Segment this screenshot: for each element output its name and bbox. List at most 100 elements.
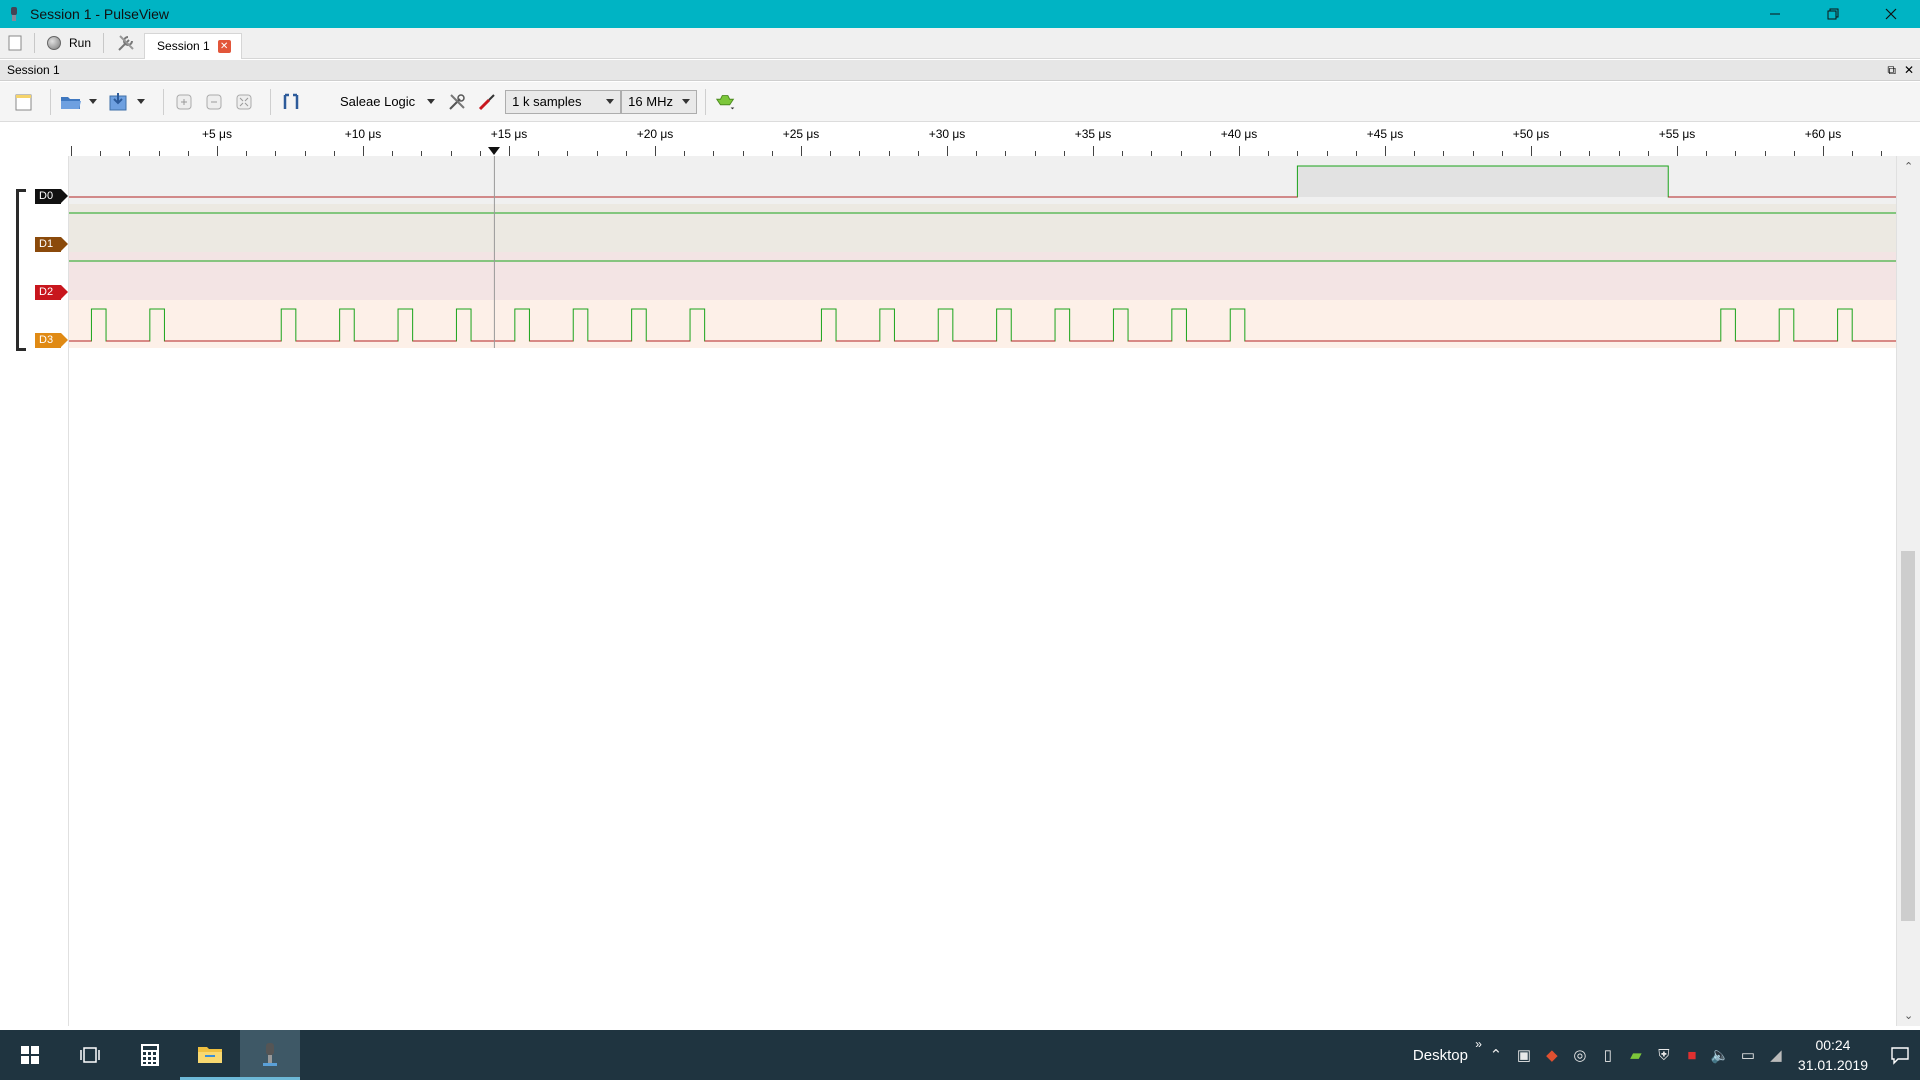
device-dropdown-icon[interactable] [427, 99, 436, 104]
drive-icon[interactable]: ▰ [1622, 1030, 1650, 1080]
ruler-label: +40 μs [1220, 127, 1258, 141]
title-bar: Session 1 - PulseView [0, 0, 1920, 28]
tab-session-1[interactable]: Session 1 ✕ [144, 32, 242, 59]
start-button[interactable] [0, 1030, 60, 1080]
save-dropdown-icon[interactable] [137, 99, 145, 104]
open-dropdown-icon[interactable] [89, 99, 97, 104]
pulseview-app-icon [11, 7, 17, 21]
channel-row-bg-d2 [69, 252, 1896, 300]
restore-button[interactable] [1804, 0, 1862, 28]
probe-button[interactable] [475, 90, 499, 114]
add-decoder-button[interactable] [714, 90, 738, 114]
notifications-button[interactable] [1880, 1030, 1920, 1080]
ruler-tick [71, 146, 72, 156]
run-button[interactable]: Run [39, 28, 99, 59]
new-view-button[interactable] [0, 28, 30, 59]
trace-view[interactable]: D0 D1 D2 D3 [0, 156, 1896, 1026]
calculator-icon [141, 1044, 159, 1066]
channel-label-d3[interactable]: D3 [35, 333, 68, 348]
channel-header-column: D0 D1 D2 D3 [0, 156, 69, 1026]
calculator-app[interactable] [120, 1030, 180, 1080]
windows-logo-icon [21, 1046, 39, 1064]
probe-icon [479, 93, 495, 110]
channel-label-d0[interactable]: D0 [35, 189, 68, 204]
samples-select[interactable]: 1 k samples [505, 89, 622, 114]
channel-label-d2[interactable]: D2 [35, 285, 68, 300]
antivirus-icon[interactable]: ■ [1678, 1030, 1706, 1080]
folder-icon [198, 1046, 222, 1063]
ruler-tick [1385, 146, 1386, 156]
task-view-icon [80, 1047, 100, 1063]
channel-label-d1[interactable]: D1 [35, 237, 68, 252]
ruler-label: +60 μs [1804, 127, 1842, 141]
minimize-button[interactable] [1746, 0, 1804, 28]
zoom-fit-icon [236, 94, 252, 109]
close-button[interactable] [1862, 0, 1920, 28]
device-config-icon [449, 93, 465, 110]
time-ruler[interactable]: +5 μs +10 μs +15 μs +20 μs +25 μs +30 μs +35 μ… [69, 123, 1889, 156]
run-icon [47, 36, 61, 50]
usb-icon[interactable]: ▯ [1594, 1030, 1622, 1080]
session-title: Session 1 [7, 63, 60, 77]
signal-traces [69, 156, 1896, 348]
volume-icon[interactable]: 🔈 [1706, 1030, 1734, 1080]
tab-close-icon[interactable]: ✕ [217, 39, 231, 53]
samplerate-dropdown-icon [682, 99, 691, 104]
vertical-scrollbar[interactable]: ⌃ ⌄ [1896, 156, 1920, 1026]
ruler-label: +10 μs [344, 127, 382, 141]
channel-group-bracket[interactable] [16, 189, 26, 351]
ruler-tick [363, 146, 364, 156]
notification-icon [1891, 1047, 1909, 1065]
pulseview-icon [263, 1042, 277, 1066]
system-clock[interactable]: 00:24 31.01.2019 [1798, 1035, 1868, 1075]
samplerate-select[interactable]: 16 MHz [621, 89, 698, 114]
shield-icon[interactable]: ⛨ [1650, 1030, 1678, 1080]
session-header: Session 1 ⧉ ✕ [0, 60, 1920, 81]
ruler-label: +15 μs [490, 127, 528, 141]
device-selector-label[interactable]: Saleae Logic [340, 94, 415, 109]
wifi-off-icon[interactable]: ◢ [1762, 1030, 1790, 1080]
show-hidden-icons-button[interactable]: ⌃ [1482, 1030, 1510, 1080]
cursor-icon [283, 93, 299, 109]
new-session-button[interactable] [12, 90, 36, 114]
document-icon [8, 35, 22, 51]
zoom-fit-button[interactable] [232, 90, 256, 114]
file-explorer-app[interactable] [180, 1030, 240, 1080]
battery-icon[interactable]: ▭ [1734, 1030, 1762, 1080]
pulseview-taskbar-app[interactable] [240, 1030, 300, 1080]
samples-value: 1 k samples [512, 94, 582, 109]
save-icon [109, 92, 127, 110]
settings-button[interactable] [108, 28, 144, 59]
device-config-button[interactable] [445, 90, 469, 114]
samplerate-value: 16 MHz [628, 94, 673, 109]
save-button[interactable] [107, 90, 131, 114]
decoder-icon [716, 94, 735, 109]
float-dock-icon[interactable]: ⧉ [1887, 63, 1896, 78]
sync-icon[interactable]: ◎ [1566, 1030, 1594, 1080]
clock-time: 00:24 [1815, 1037, 1851, 1053]
ruler-label: +20 μs [636, 127, 674, 141]
app-tray-icon[interactable]: ◆ [1538, 1030, 1566, 1080]
close-session-icon[interactable]: ✕ [1904, 63, 1914, 78]
zoom-out-icon [206, 94, 222, 109]
network-drive-icon[interactable]: ▣ [1510, 1030, 1538, 1080]
ruler-tick [947, 146, 948, 156]
task-view-button[interactable] [60, 1030, 120, 1080]
zoom-in-icon [176, 94, 192, 109]
cursor-button[interactable] [279, 90, 303, 114]
scroll-thumb[interactable] [1901, 551, 1915, 921]
ruler-tick [1531, 146, 1532, 156]
new-file-icon [15, 94, 32, 110]
session-tab-label: Session 1 [157, 39, 210, 53]
folder-open-icon [61, 96, 81, 109]
ruler-tick [217, 146, 218, 156]
ruler-label: +5 μs [202, 127, 232, 141]
desktop-toolbar[interactable]: Desktop» [1413, 1037, 1482, 1064]
scroll-down-icon[interactable]: ⌄ [1904, 1009, 1913, 1022]
open-button[interactable] [59, 90, 83, 114]
windows-taskbar: Desktop» ⌃ ▣ ◆ ◎ ▯ ▰ ⛨ ■ 🔈 ▭ ◢ 00:24 31.… [0, 1030, 1920, 1080]
scroll-up-icon[interactable]: ⌃ [1904, 160, 1913, 173]
zoom-in-button[interactable] [172, 90, 196, 114]
zoom-out-button[interactable] [202, 90, 226, 114]
cursor-marker-icon[interactable] [488, 147, 501, 155]
